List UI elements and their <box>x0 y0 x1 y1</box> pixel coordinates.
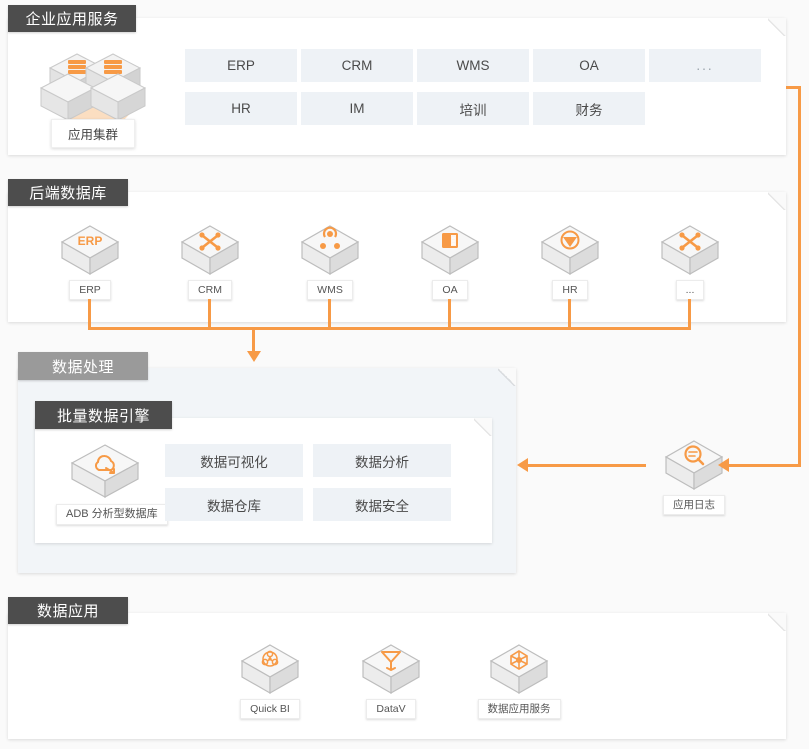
app-tile-erp-label: ERP <box>227 58 255 73</box>
app-tile-more-label: ... <box>696 58 714 73</box>
section-title-backend-databases-label: 后端数据库 <box>29 185 107 202</box>
panel-fold-corner-icon <box>768 613 786 631</box>
app-tile-oa-label: OA <box>579 58 599 73</box>
engine-tile-data-analysis-label: 数据分析 <box>355 454 409 470</box>
db-node-hr-label: HR <box>552 280 588 301</box>
app-node-datav-label: DataV <box>366 699 416 720</box>
panel-fold-corner-icon <box>768 192 786 210</box>
app-tile-training-label: 培训 <box>459 102 487 118</box>
hr-cube-icon <box>538 222 602 278</box>
app-log-node[interactable]: 应用日志 <box>651 437 737 516</box>
section-title-data-processing-label: 数据处理 <box>51 358 114 376</box>
connector-db-oa-drop <box>448 299 451 330</box>
app-tile-oa[interactable]: OA <box>533 49 645 82</box>
db-node-wms[interactable]: WMS <box>287 222 373 301</box>
connector-bus-to-processing <box>252 327 255 353</box>
app-cluster-label: 应用集群 <box>50 119 135 148</box>
adb-node[interactable]: ADB 分析型数据库 <box>56 440 168 525</box>
more-cube-icon <box>658 222 722 278</box>
app-tile-more[interactable]: ... <box>649 49 761 82</box>
db-node-oa-label: OA <box>432 280 468 301</box>
app-node-data-app-service[interactable]: 数据应用服务 <box>469 641 569 720</box>
app-tile-crm-label: CRM <box>341 58 373 73</box>
db-node-crm-label: CRM <box>188 280 232 301</box>
connector-database-bus <box>88 327 691 330</box>
app-tile-im[interactable]: IM <box>301 92 413 125</box>
app-node-quickbi-label: Quick BI <box>240 699 300 720</box>
panel-fold-corner-icon <box>768 18 786 36</box>
section-title-data-processing: 数据处理 <box>18 352 148 380</box>
app-tile-im-label: IM <box>349 101 365 116</box>
connector-db-more-drop <box>688 299 691 330</box>
db-node-erp-label: ERP <box>69 280 111 301</box>
datav-cube-icon <box>359 641 423 697</box>
app-node-quickbi[interactable]: Quick BI <box>227 641 313 720</box>
app-tile-finance-label: 财务 <box>575 102 603 118</box>
svg-text:ERP: ERP <box>78 234 103 248</box>
engine-tile-data-analysis[interactable]: 数据分析 <box>313 444 451 477</box>
app-tile-erp[interactable]: ERP <box>185 49 297 82</box>
app-tile-wms-label: WMS <box>456 58 490 73</box>
connector-db-crm-drop <box>208 299 211 330</box>
app-tile-hr[interactable]: HR <box>185 92 297 125</box>
db-node-more-label: ... <box>675 280 705 301</box>
db-node-wms-label: WMS <box>307 280 353 301</box>
oa-cube-icon <box>418 222 482 278</box>
db-node-erp[interactable]: ERP ERP <box>47 222 133 301</box>
arrow-into-log-node-icon <box>718 458 729 472</box>
app-tile-training[interactable]: 培训 <box>417 92 529 125</box>
architecture-diagram: 企业应用服务 应用集群 ERP CRM WMS OA ... HR IM 培训 … <box>0 0 809 749</box>
engine-tile-data-security-label: 数据安全 <box>355 498 409 514</box>
db-node-crm[interactable]: CRM <box>167 222 253 301</box>
engine-tile-data-warehouse-label: 数据仓库 <box>207 498 261 514</box>
engine-tile-data-visualization-label: 数据可视化 <box>200 454 268 470</box>
arrow-into-processing-icon <box>517 458 528 472</box>
panel-fold-corner-icon <box>474 418 492 436</box>
panel-fold-corner-icon <box>498 368 516 386</box>
connector-right-rail <box>798 86 801 466</box>
engine-tile-data-visualization[interactable]: 数据可视化 <box>165 444 303 477</box>
engine-tile-data-security[interactable]: 数据安全 <box>313 488 451 521</box>
db-node-hr[interactable]: HR <box>527 222 613 301</box>
app-cluster-node: 应用集群 <box>28 40 158 148</box>
data-app-service-cube-icon <box>487 641 551 697</box>
section-title-data-applications: 数据应用 <box>8 597 128 624</box>
arrow-bus-to-processing-icon <box>246 351 261 362</box>
db-node-more[interactable]: ... <box>647 222 733 301</box>
log-search-cube-icon <box>662 437 726 493</box>
section-title-enterprise-apps-label: 企业应用服务 <box>25 11 119 28</box>
quickbi-cube-icon <box>238 641 302 697</box>
section-title-batch-data-engine-label: 批量数据引擎 <box>56 407 150 425</box>
section-title-backend-databases: 后端数据库 <box>8 179 128 206</box>
adb-node-label: ADB 分析型数据库 <box>56 504 168 525</box>
app-tile-wms[interactable]: WMS <box>417 49 529 82</box>
engine-tile-data-warehouse[interactable]: 数据仓库 <box>165 488 303 521</box>
app-node-datav[interactable]: DataV <box>348 641 434 720</box>
connector-right-rail-to-log <box>729 464 801 467</box>
erp-cube-icon: ERP <box>58 222 122 278</box>
wms-cube-icon <box>298 222 362 278</box>
section-title-enterprise-apps: 企业应用服务 <box>8 5 136 32</box>
section-title-batch-data-engine: 批量数据引擎 <box>35 401 172 429</box>
adb-cloud-cube-icon <box>66 440 144 502</box>
app-log-node-label: 应用日志 <box>663 495 725 516</box>
section-title-data-applications-label: 数据应用 <box>36 603 99 620</box>
app-tile-finance[interactable]: 财务 <box>533 92 645 125</box>
connector-db-erp-drop <box>88 299 91 330</box>
app-tile-hr-label: HR <box>231 101 251 116</box>
connector-db-hr-drop <box>568 299 571 330</box>
connector-db-wms-drop <box>328 299 331 330</box>
crm-cube-icon <box>178 222 242 278</box>
db-node-oa[interactable]: OA <box>407 222 493 301</box>
server-cluster-icon <box>28 40 158 126</box>
app-tile-crm[interactable]: CRM <box>301 49 413 82</box>
connector-log-to-processing <box>528 464 646 467</box>
app-node-data-app-service-label: 数据应用服务 <box>477 699 561 720</box>
